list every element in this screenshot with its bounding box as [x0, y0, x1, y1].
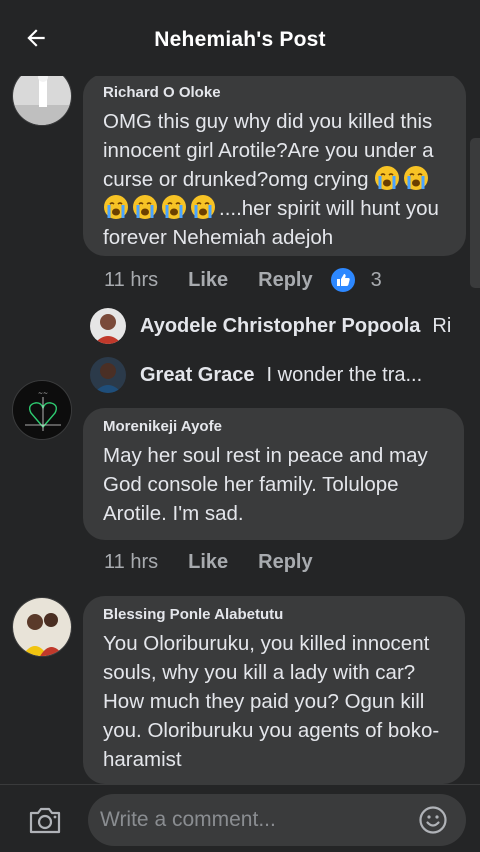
comment-author[interactable]: Richard O Oloke	[103, 84, 448, 101]
avatar[interactable]: ~~	[12, 380, 72, 440]
comment-text: May her soul rest in peace and may God c…	[103, 444, 428, 525]
avatar[interactable]	[90, 357, 126, 393]
svg-text:~~: ~~	[38, 390, 48, 397]
comment-text: You Oloriburuku, you killed innocent sou…	[103, 632, 440, 771]
avatar[interactable]	[90, 308, 126, 344]
reply-button[interactable]: Reply	[258, 551, 312, 574]
like-button[interactable]: Like	[188, 551, 228, 574]
comment-composer	[0, 784, 480, 852]
reply-author[interactable]: Ayodele Christopher Popoola	[140, 315, 420, 338]
page-title: Nehemiah's Post	[154, 28, 326, 51]
like-reaction-icon[interactable]	[328, 266, 357, 294]
reply-button[interactable]: Reply	[258, 269, 312, 292]
comment-input[interactable]	[100, 794, 400, 846]
reply-preview-row[interactable]: Great Grace I wonder the tra...	[90, 357, 452, 393]
loudly-crying-face-icon	[162, 195, 186, 219]
loudly-crying-face-icon	[191, 195, 215, 219]
comment-bubble[interactable]: Blessing Ponle Alabetutu You Oloriburuku…	[83, 596, 465, 784]
comment-author[interactable]: Blessing Ponle Alabetutu	[103, 606, 447, 623]
reply-preview-row[interactable]: Ayodele Christopher Popoola Ri	[90, 308, 452, 344]
smiley-icon[interactable]	[418, 805, 448, 835]
loudly-crying-face-icon	[404, 166, 429, 190]
comment-actions: 11 hrs Like Reply 3	[104, 266, 382, 294]
reply-text: Ri	[432, 314, 452, 337]
comment-timestamp[interactable]: 11 hrs	[104, 269, 158, 292]
reply-text: I wonder the tra...	[266, 363, 423, 386]
reply-author[interactable]: Great Grace	[140, 364, 255, 387]
loudly-crying-face-icon	[133, 195, 157, 219]
like-button[interactable]: Like	[188, 269, 228, 292]
scrollbar[interactable]	[470, 138, 480, 288]
comment-bubble[interactable]: Morenikeji Ayofe May her soul rest in pe…	[83, 408, 464, 540]
loudly-crying-face-icon	[375, 166, 400, 190]
comment-text: OMG this guy why did you killed this inn…	[103, 107, 448, 252]
comment-actions: 11 hrs Like Reply	[104, 551, 313, 574]
camera-icon[interactable]	[28, 805, 62, 835]
comment-timestamp[interactable]: 11 hrs	[104, 551, 158, 574]
avatar[interactable]	[12, 597, 72, 657]
comment-bubble[interactable]: Richard O Oloke OMG this guy why did you…	[83, 74, 466, 256]
comment-author[interactable]: Morenikeji Ayofe	[103, 418, 446, 435]
loudly-crying-face-icon	[104, 195, 128, 219]
top-bar: Nehemiah's Post	[0, 0, 480, 76]
comment-input-container[interactable]	[88, 794, 466, 846]
reaction-count[interactable]: 3	[371, 269, 382, 292]
